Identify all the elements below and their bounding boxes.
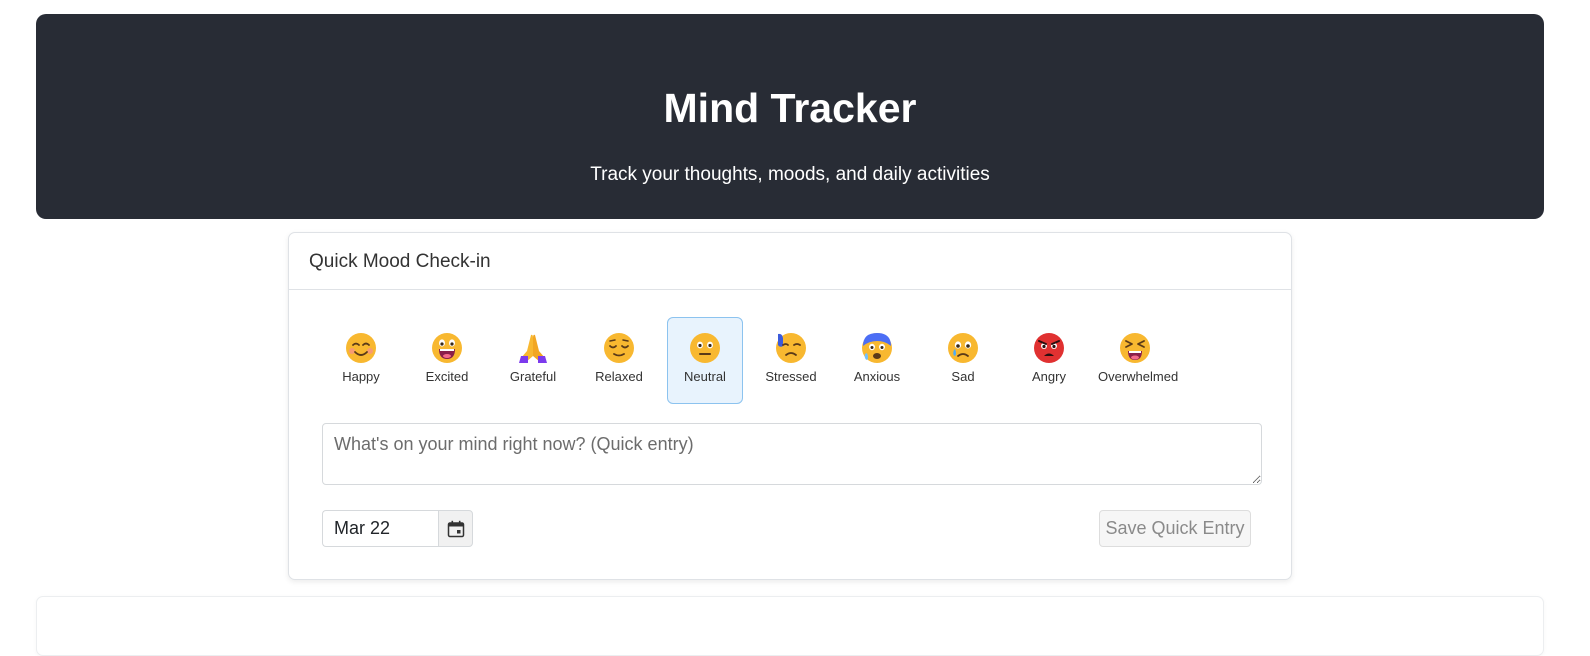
date-picker	[322, 510, 473, 547]
angry-face-icon	[1034, 333, 1064, 363]
sad-face-icon	[948, 333, 978, 363]
mood-option-angry[interactable]: Angry	[1011, 317, 1087, 404]
mood-option-sad[interactable]: Sad	[925, 317, 1001, 404]
mood-label: Stressed	[765, 369, 817, 384]
mood-label: Grateful	[509, 369, 557, 384]
mood-label: Happy	[342, 369, 380, 384]
mood-option-stressed[interactable]: Stressed	[753, 317, 829, 404]
mood-label: Excited	[425, 369, 469, 384]
card-title: Quick Mood Check-in	[289, 233, 1291, 290]
grinning-face-icon	[432, 333, 462, 363]
quick-entry-textarea[interactable]	[322, 423, 1262, 485]
mood-option-neutral[interactable]: Neutral	[667, 317, 743, 404]
tired-face-icon	[1120, 333, 1150, 363]
smiling-face-icon	[346, 333, 376, 363]
mood-label: Relaxed	[595, 369, 643, 384]
neutral-face-icon	[690, 333, 720, 363]
mood-option-grateful[interactable]: Grateful	[495, 317, 571, 404]
stressed-face-icon	[776, 333, 806, 363]
next-section-card	[36, 596, 1544, 656]
quick-mood-checkin-card: Quick Mood Check-in Happy Excited Gratef…	[288, 232, 1292, 580]
mood-label: Neutral	[684, 369, 726, 384]
mood-label: Angry	[1032, 369, 1066, 384]
calendar-icon	[447, 520, 464, 537]
relieved-face-icon	[604, 333, 634, 363]
app-header: Mind Tracker Track your thoughts, moods,…	[36, 14, 1544, 219]
mood-option-relaxed[interactable]: Relaxed	[581, 317, 657, 404]
anxious-face-icon	[862, 333, 892, 363]
mood-option-anxious[interactable]: Anxious	[839, 317, 915, 404]
calendar-button[interactable]	[438, 510, 473, 547]
mood-label: Sad	[951, 369, 975, 384]
mood-option-excited[interactable]: Excited	[409, 317, 485, 404]
page-title: Mind Tracker	[663, 85, 917, 131]
date-input[interactable]	[322, 510, 438, 547]
mood-label: Overwhelmed	[1098, 369, 1179, 384]
mood-selector: Happy Excited Grateful Relaxed Neutral S…	[323, 317, 1183, 404]
mood-option-happy[interactable]: Happy	[323, 317, 399, 404]
save-quick-entry-button[interactable]: Save Quick Entry	[1099, 510, 1251, 547]
mood-option-overwhelmed[interactable]: Overwhelmed	[1097, 317, 1179, 404]
folded-hands-icon	[519, 334, 547, 363]
page-subtitle: Track your thoughts, moods, and daily ac…	[590, 164, 990, 185]
mood-label: Anxious	[853, 369, 901, 384]
